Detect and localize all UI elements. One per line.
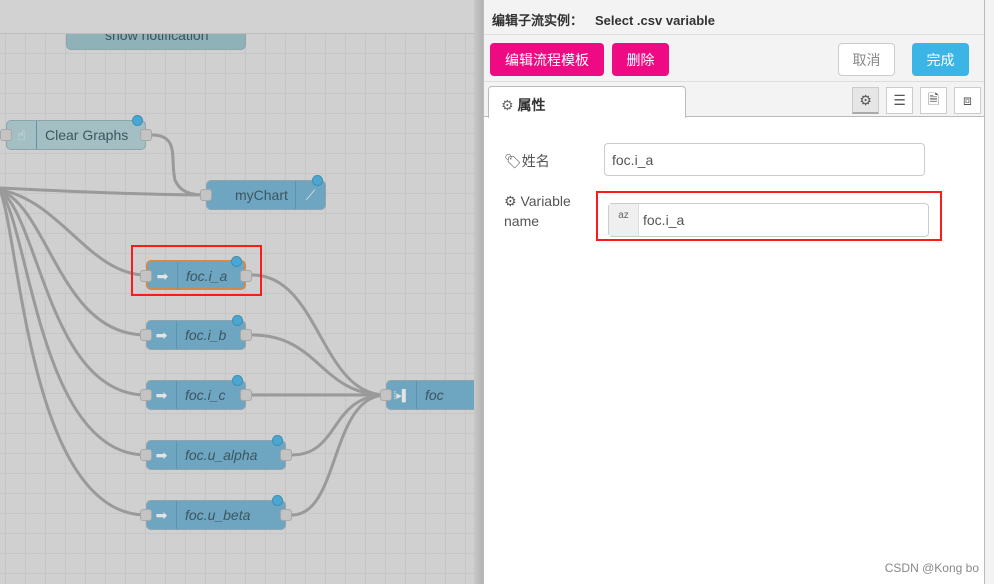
wire: [291, 393, 387, 517]
frame-icon[interactable]: ⧈: [954, 87, 981, 114]
wire: [251, 333, 387, 397]
tag-icon: 🏷: [504, 153, 522, 169]
node-foc-u-alpha[interactable]: ➡ foc.u_alpha: [140, 435, 292, 470]
line-chart-icon: ⟋: [295, 181, 325, 209]
node-clear-graphs[interactable]: ☝ Clear Graphs: [0, 115, 152, 150]
node-foc-i-b[interactable]: ➡ foc.i_b: [140, 315, 252, 350]
wire: [0, 188, 147, 277]
right-edge: [985, 0, 994, 584]
title-prefix: 编辑子流实例：: [492, 13, 584, 28]
wire: [251, 273, 387, 397]
highlight-box: [131, 245, 262, 296]
cancel-button[interactable]: 取消: [838, 43, 895, 76]
flow-canvas[interactable]: show notification ☝ Clear Graphs myChart…: [0, 0, 496, 584]
list-icon[interactable]: ☰: [886, 87, 913, 114]
panel-title: Select .csv variable: [595, 13, 715, 28]
input-port[interactable]: [380, 389, 392, 401]
gear-icon: ⚙: [504, 193, 517, 209]
name-input[interactable]: foc.i_a: [604, 143, 925, 176]
input-port[interactable]: [200, 189, 212, 201]
output-port[interactable]: [140, 129, 152, 141]
output-port[interactable]: [280, 449, 292, 461]
tab-properties[interactable]: ⚙ 属性: [488, 86, 686, 118]
wire: [0, 189, 147, 517]
gear-icon: ⚙: [501, 97, 514, 113]
canvas-header: [0, 0, 484, 34]
status-dot: [232, 315, 243, 326]
edit-subflow-panel: 编辑子流实例： Select .csv variable 编辑流程模板 删除 取消…: [483, 0, 985, 584]
input-port[interactable]: [140, 389, 152, 401]
status-dot: [232, 375, 243, 386]
input-port[interactable]: [140, 509, 152, 521]
status-dot: [312, 175, 323, 186]
output-port[interactable]: [240, 389, 252, 401]
watermark: CSDN @Kong bo: [884, 561, 979, 575]
status-dot: [272, 435, 283, 446]
wire: [0, 188, 147, 337]
node-foc-u-beta[interactable]: ➡ foc.u_beta: [140, 495, 292, 530]
wire: [151, 133, 207, 197]
document-icon[interactable]: 🗎: [920, 87, 947, 114]
panel-header: 编辑子流实例： Select .csv variable: [484, 0, 984, 35]
output-port[interactable]: [240, 329, 252, 341]
done-button[interactable]: 完成: [912, 43, 969, 76]
highlight-box: [596, 191, 942, 241]
input-port[interactable]: [0, 129, 12, 141]
input-port[interactable]: [140, 449, 152, 461]
wire: [0, 189, 147, 457]
input-port[interactable]: [140, 329, 152, 341]
status-dot: [132, 115, 143, 126]
output-port[interactable]: [280, 509, 292, 521]
variable-name-label: ⚙ Variable name: [504, 193, 571, 229]
delete-button[interactable]: 删除: [612, 43, 669, 76]
name-label: 🏷姓名: [504, 153, 550, 169]
tab-bar: ⚙ 属性 ⚙ ☰ 🗎 ⧈: [484, 82, 984, 118]
edit-template-button[interactable]: 编辑流程模板: [490, 43, 604, 76]
wire: [0, 186, 207, 197]
node-foc-i-c[interactable]: ➡ foc.i_c: [140, 375, 252, 410]
gear-icon[interactable]: ⚙: [852, 87, 879, 114]
button-row: 编辑流程模板 删除 取消 完成: [484, 35, 984, 82]
node-mychart[interactable]: myChart ⟋: [200, 175, 326, 210]
status-dot: [272, 495, 283, 506]
